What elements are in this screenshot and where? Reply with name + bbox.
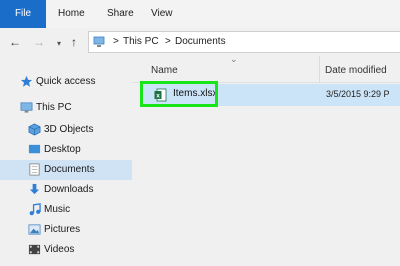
navigation-bar: ← → ▾ ↑ > This PC > Documents: [0, 28, 400, 56]
sidebar-item-this-pc[interactable]: This PC: [0, 98, 132, 118]
back-arrow-icon[interactable]: ←: [9, 34, 21, 50]
sidebar-item-label: Downloads: [44, 184, 94, 195]
desktop-icon: [28, 144, 41, 154]
navigation-pane: Quick access This PC 3D Objects Desktop …: [0, 56, 132, 266]
music-icon: [29, 203, 41, 216]
tab-share[interactable]: Share: [107, 0, 134, 28]
documents-icon: [29, 163, 40, 176]
sidebar-item-documents[interactable]: Documents: [0, 160, 132, 180]
sidebar-item-desktop[interactable]: Desktop: [0, 140, 132, 160]
column-divider[interactable]: [319, 56, 320, 82]
sort-chevron-icon[interactable]: ⌄: [230, 54, 238, 65]
breadcrumb-documents[interactable]: Documents: [175, 35, 226, 49]
sidebar-item-pictures[interactable]: Pictures: [0, 220, 132, 240]
column-header-name[interactable]: Name: [151, 65, 178, 76]
sidebar-item-label: Desktop: [44, 144, 81, 155]
sidebar-item-music[interactable]: Music: [0, 200, 132, 220]
column-header-date-modified[interactable]: Date modified: [325, 65, 387, 76]
tab-view[interactable]: View: [151, 0, 173, 28]
breadcrumb-separator: >: [165, 36, 171, 47]
highlight-box: [140, 81, 218, 107]
column-header-row: ⌄ Name Date modified: [132, 54, 400, 83]
breadcrumb-separator: >: [113, 36, 119, 47]
sidebar-item-3d-objects[interactable]: 3D Objects: [0, 120, 132, 140]
sidebar-item-downloads[interactable]: Downloads: [0, 180, 132, 200]
ribbon: File Home Share View: [0, 0, 400, 29]
sidebar-item-videos[interactable]: Videos: [0, 240, 132, 260]
computer-icon: [93, 36, 105, 47]
sidebar-item-label: Pictures: [44, 224, 81, 235]
up-arrow-icon[interactable]: ↑: [71, 34, 77, 50]
forward-arrow-icon[interactable]: →: [33, 34, 45, 50]
address-bar[interactable]: > This PC > Documents: [88, 31, 400, 53]
pictures-icon: [28, 224, 41, 235]
tab-home[interactable]: Home: [58, 0, 85, 28]
star-icon: [20, 75, 33, 87]
breadcrumb-this-pc[interactable]: This PC: [123, 35, 159, 49]
file-list: ⌄ Name Date modified x Items.xlsx 3/5/20…: [132, 54, 400, 266]
video-icon: [28, 244, 41, 255]
recent-locations-chevron-icon[interactable]: ▾: [57, 36, 61, 52]
computer-icon: [20, 102, 33, 113]
sidebar-item-label: This PC: [36, 102, 72, 113]
sidebar-item-label: Music: [44, 204, 71, 215]
sidebar-item-quick-access[interactable]: Quick access: [0, 72, 132, 92]
tab-file[interactable]: File: [0, 0, 46, 28]
sidebar-item-label: Quick access: [36, 76, 96, 87]
sidebar-item-label: Documents: [44, 164, 95, 175]
sidebar-item-label: 3D Objects: [44, 124, 94, 135]
file-date-modified: 3/5/2015 9:29 P: [326, 89, 390, 99]
sidebar-item-label: Videos: [44, 244, 75, 255]
cube-icon: [28, 123, 41, 136]
download-icon: [29, 183, 40, 195]
